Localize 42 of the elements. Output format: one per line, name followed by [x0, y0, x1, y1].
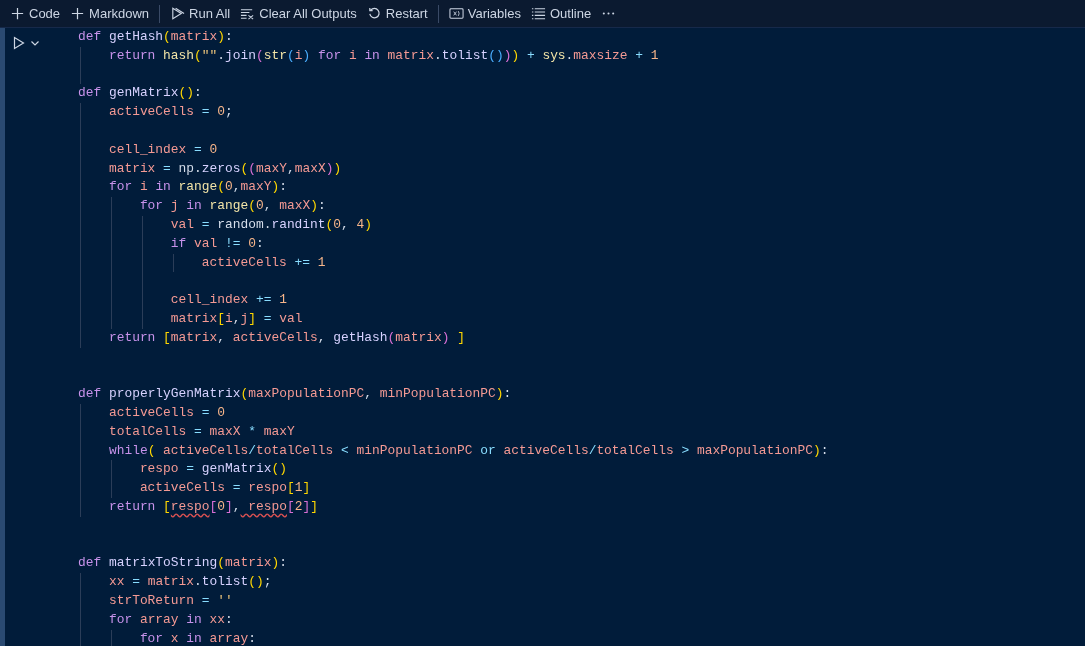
code-line: activeCells += 1 [201, 253, 327, 272]
code-line: while( activeCells/totalCells < minPopulationPC or activeCells/totalCells > maxPopulationPC): [108, 441, 830, 460]
toolbar-button[interactable]: Clear All Outputs [236, 3, 361, 24]
variables-icon [448, 6, 464, 21]
play-icon [12, 36, 26, 50]
code-line: def properlyGenMatrix(maxPopulationPC, minPopulationPC): [78, 385, 513, 404]
code-line: activeCells = 0 [108, 403, 226, 422]
code-line: activeCells = 0; [108, 103, 234, 122]
code-line: xx = matrix.tolist(); [108, 573, 273, 592]
restart-icon [366, 6, 382, 21]
run-cell-button[interactable] [12, 36, 26, 50]
code-line: if val != 0: [170, 234, 265, 253]
toolbar-button[interactable]: Run All [166, 3, 235, 24]
code-line: cell_index += 1 [170, 291, 288, 310]
code-line: return [matrix, activeCells, getHash(matrix) ] [108, 328, 466, 347]
code-line: for j in range(0, maxX): [139, 197, 327, 216]
toolbar-button[interactable]: Markdown [66, 3, 154, 24]
code-line: for array in xx: [108, 610, 234, 629]
code-line: def getHash(matrix): [78, 28, 234, 46]
code-line: matrix[i,j] = val [170, 309, 304, 328]
toolbar-button[interactable]: Restart [362, 3, 432, 24]
code-line: respo = genMatrix() [139, 460, 288, 479]
code-line: val = random.randint(0, 4) [170, 215, 374, 234]
code-line: totalCells = maxX * maxY [108, 422, 296, 441]
code-line: return [respo[0], respo[2]] [108, 497, 319, 516]
plus-icon [70, 6, 86, 21]
toolbar-button[interactable]: Outline [526, 3, 596, 24]
code-line: strToReturn = '' [108, 591, 234, 610]
clear-icon [240, 6, 256, 21]
outline-icon [530, 6, 546, 21]
code-line: cell_index = 0 [108, 140, 219, 159]
code-line: def genMatrix(): [78, 84, 203, 103]
plus-icon [10, 6, 25, 21]
code-line: activeCells = respo[1] [139, 479, 312, 498]
toolbar-button[interactable]: Variables [444, 3, 525, 24]
run-all-icon [170, 6, 186, 21]
toolbar-button[interactable]: Code [6, 3, 65, 24]
code-line: for x in array: [139, 629, 257, 646]
code-line: def matrixToString(matrix): [78, 554, 288, 573]
code-line: matrix = np.zeros((maxY,maxX)) [108, 159, 343, 178]
code-line: for i in range(0,maxY): [108, 178, 288, 197]
code-line: return hash("".join(str(i) for i in matrix.tolist())) + sys.maxsize + 1 [108, 46, 660, 65]
